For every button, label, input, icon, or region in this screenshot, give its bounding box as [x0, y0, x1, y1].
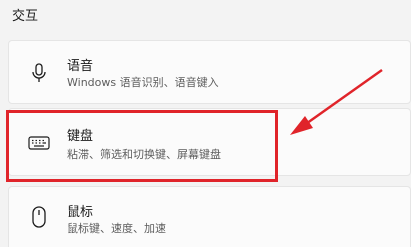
microphone-icon: [27, 61, 51, 85]
mouse-description: 鼠标键、速度、加速: [67, 222, 166, 235]
keyboard-description: 粘滞、筛选和切换键、屏幕键盘: [67, 148, 221, 161]
speech-title: 语音: [67, 59, 94, 74]
section-title-interaction: 交互: [12, 9, 39, 24]
settings-item-speech[interactable]: 语音 Windows 语音识别、语音键入: [8, 40, 411, 104]
speech-description: Windows 语音识别、语音键入: [67, 76, 219, 89]
keyboard-icon: [27, 131, 51, 155]
keyboard-title: 键盘: [67, 129, 94, 144]
settings-item-keyboard[interactable]: 键盘 粘滞、筛选和切换键、屏幕键盘: [8, 108, 411, 176]
mouse-title: 鼠标: [67, 205, 94, 220]
settings-item-mouse[interactable]: 鼠标 鼠标键、速度、加速: [8, 186, 411, 247]
mouse-icon: [27, 205, 51, 229]
